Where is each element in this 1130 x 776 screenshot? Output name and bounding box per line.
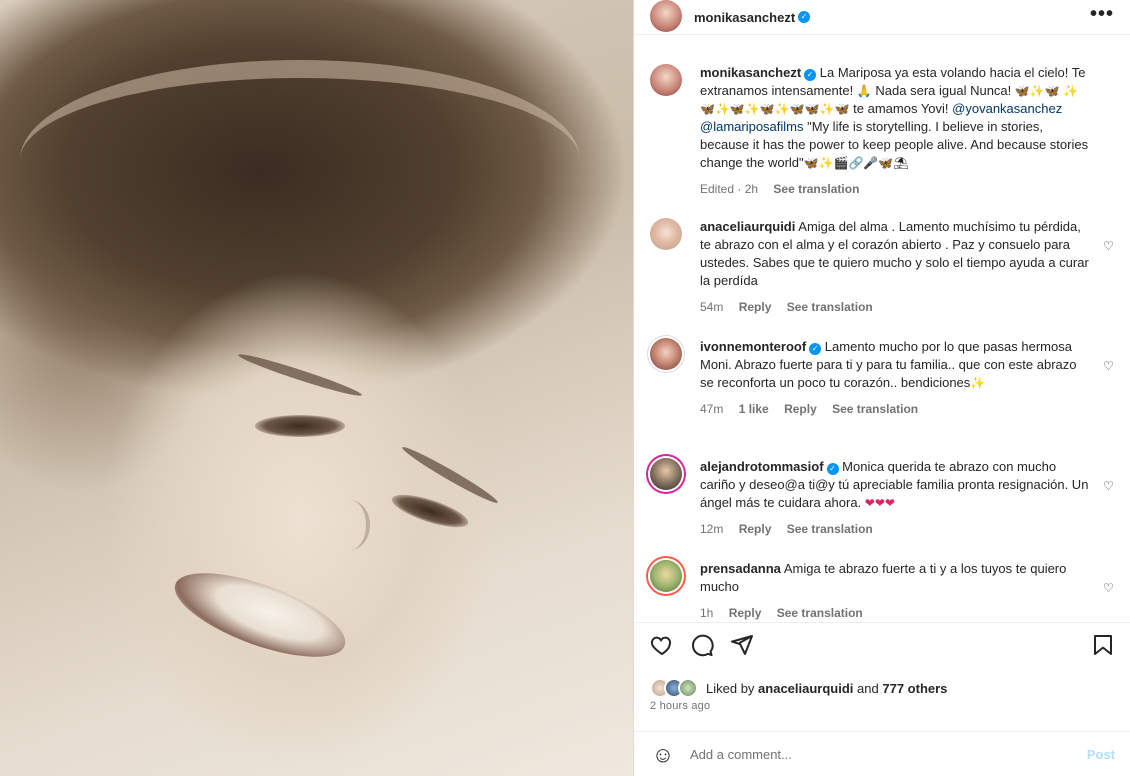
caption: monikasanchezt ✓ La Mariposa ya esta vola…	[650, 64, 1115, 198]
comment-like-heart-icon[interactable]: ♡	[1103, 480, 1115, 492]
liker-avatar[interactable]	[678, 678, 698, 698]
comment-icon[interactable]	[690, 633, 714, 663]
comment-like-heart-icon[interactable]: ♡	[1103, 582, 1115, 594]
comment-time: 47m	[700, 402, 724, 416]
comment-body: alejandrotommasiof ✓ Monica querida te ab…	[700, 458, 1092, 538]
verified-badge-icon: ✓	[809, 343, 822, 355]
caption-username[interactable]: monikasanchezt	[700, 65, 801, 80]
commenter-avatar[interactable]	[650, 338, 682, 370]
post-timestamp[interactable]: 2 hours ago	[650, 700, 710, 712]
caption-meta: Edited · 2h See translation	[700, 180, 1092, 198]
photo-brow-left	[236, 350, 364, 400]
comment-time: 12m	[700, 522, 724, 536]
reply-link[interactable]: Reply	[739, 522, 772, 536]
comment-body: prensadanna Amiga te abrazo fuerte a ti …	[700, 560, 1092, 622]
butterfly-sparkles-emoji: 🦋✨🦋	[1014, 84, 1060, 98]
commenter-username[interactable]: anaceliaurquidi	[700, 219, 795, 234]
verified-badge-icon: ✓	[826, 463, 839, 475]
reply-link[interactable]: Reply	[729, 606, 762, 620]
likes-summary: Liked by anaceliaurquidi and 777 others	[650, 678, 947, 698]
commenter-avatar[interactable]	[650, 560, 682, 592]
caption-avatar[interactable]	[650, 64, 682, 96]
post-actions: Liked by anaceliaurquidi and 777 others …	[634, 622, 1130, 776]
caption-text: monikasanchezt ✓ La Mariposa ya esta vola…	[700, 64, 1092, 172]
comment-like-heart-icon[interactable]: ♡	[1103, 360, 1115, 372]
red-hearts-emoji: ❤❤❤	[864, 496, 895, 510]
photo-smile	[165, 556, 355, 674]
photo-eye-left	[255, 415, 345, 437]
comment-meta: 47m 1 like Reply See translation	[700, 400, 1092, 418]
comment-likes-count[interactable]: 1 like	[739, 402, 769, 416]
comment-meta: 1h Reply See translation	[700, 604, 1092, 622]
comment-body: ivonnemonteroof ✓ Lamento mucho por lo qu…	[700, 338, 1092, 418]
comment-body: anaceliaurquidi Amiga del alma . Lamento…	[700, 218, 1092, 316]
comment-time: 54m	[700, 300, 724, 314]
author-username[interactable]: monikasanchezt	[694, 10, 795, 25]
mention-link[interactable]: @lamariposafilms	[700, 119, 804, 134]
likes-others-link[interactable]: 777 others	[882, 681, 947, 696]
commenter-avatar[interactable]	[650, 218, 682, 250]
see-translation-link[interactable]: See translation	[832, 402, 918, 416]
see-translation-link[interactable]: See translation	[773, 182, 859, 196]
post-comment-button[interactable]: Post	[1087, 747, 1115, 762]
see-translation-link[interactable]: See translation	[777, 606, 863, 620]
share-icon[interactable]	[730, 633, 754, 663]
praying-hands-emoji: 🙏	[856, 84, 872, 98]
heart-icon[interactable]	[650, 633, 674, 663]
see-translation-link[interactable]: See translation	[787, 300, 873, 314]
caption-time: Edited · 2h	[700, 182, 759, 196]
comment-like-heart-icon[interactable]: ♡	[1103, 240, 1115, 252]
post-photo[interactable]	[0, 0, 633, 776]
comment-meta: 12m Reply See translation	[700, 520, 1092, 538]
bookmark-icon[interactable]	[1091, 633, 1115, 663]
caption-line-1b: Nada sera igual Nunca!	[875, 83, 1012, 98]
liker-username[interactable]: anaceliaurquidi	[758, 681, 853, 696]
comment-item: anaceliaurquidi Amiga del alma . Lamento…	[650, 218, 1115, 316]
likes-and: and	[857, 680, 879, 696]
mention-link[interactable]: @yovankasanchez	[952, 101, 1062, 116]
verified-badge-icon: ✓	[798, 11, 811, 23]
reply-link[interactable]: Reply	[784, 402, 817, 416]
sparkles-emoji: ✨	[970, 376, 986, 390]
author-avatar[interactable]	[650, 0, 682, 32]
comment-item: ivonnemonteroof ✓ Lamento mucho por lo qu…	[650, 338, 1115, 418]
photo-eye-right	[388, 488, 472, 534]
see-translation-link[interactable]: See translation	[787, 522, 873, 536]
commenter-username[interactable]: ivonnemonteroof	[700, 339, 806, 354]
action-icons-row	[650, 633, 1115, 661]
likes-prefix: Liked by	[706, 680, 755, 696]
add-comment-bar: ☺ Post	[634, 731, 1130, 776]
commenter-avatar[interactable]	[650, 458, 682, 490]
comments-list[interactable]: monikasanchezt ✓ La Mariposa ya esta vola…	[634, 36, 1130, 622]
comment-meta: 54m Reply See translation	[700, 298, 1092, 316]
reply-link[interactable]: Reply	[739, 300, 772, 314]
more-options-icon[interactable]: •••	[1090, 4, 1114, 24]
post-details-panel: monikasanchezt ✓ ••• monikasanchezt ✓ La …	[633, 0, 1130, 776]
comment-time: 1h	[700, 606, 714, 620]
photo-hair-highlight	[20, 60, 580, 260]
emoji-tail: 🦋✨🎬🔗🎤🦋⛱	[803, 156, 909, 170]
emoji-icon[interactable]: ☺	[650, 742, 676, 768]
comment-item: prensadanna Amiga te abrazo fuerte a ti …	[650, 560, 1115, 622]
verified-badge-icon: ✓	[804, 69, 817, 81]
add-comment-input[interactable]	[690, 747, 1070, 762]
commenter-username[interactable]: prensadanna	[700, 561, 781, 576]
comment-item: alejandrotommasiof ✓ Monica querida te ab…	[650, 458, 1115, 538]
post-header: monikasanchezt ✓ •••	[634, 0, 1130, 35]
likes-text: Liked by anaceliaurquidi and 777 others	[706, 681, 947, 696]
caption-line-2: te amamos Yovi!	[853, 101, 949, 116]
commenter-username[interactable]: alejandrotommasiof	[700, 459, 824, 474]
caption-body: monikasanchezt ✓ La Mariposa ya esta vola…	[700, 64, 1092, 198]
photo-nose	[330, 500, 370, 550]
